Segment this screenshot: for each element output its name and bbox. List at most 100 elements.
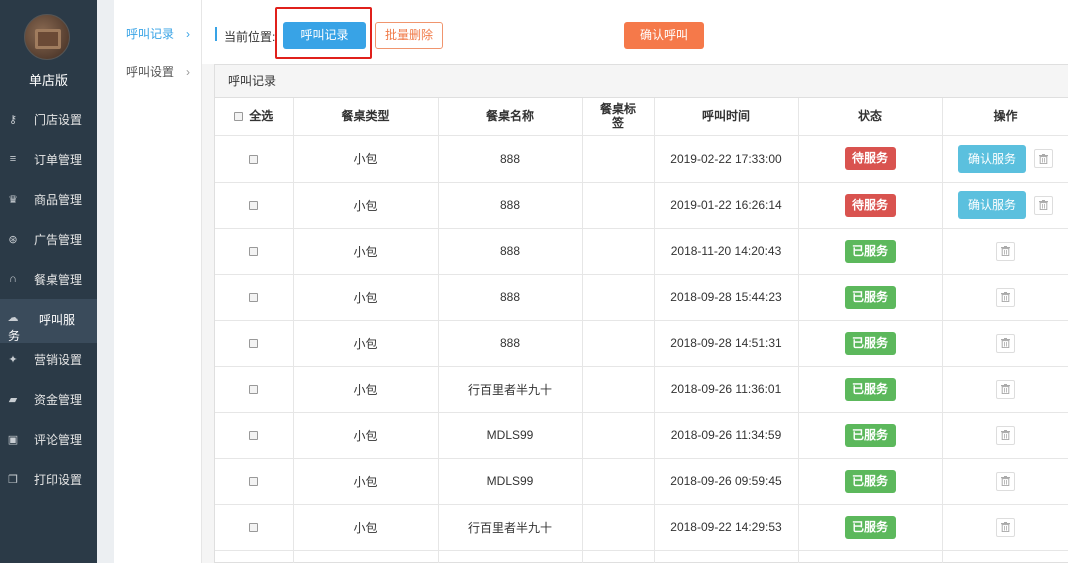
row-checkbox[interactable] [249,431,259,441]
cell-table-name: 行百里者半九十 [438,504,583,551]
sidebar-item-2[interactable]: ♛ 商品管理 [0,179,97,219]
sidebar-item-3[interactable]: ⊛ 广告管理 [0,219,97,259]
chevron-right-icon: › [186,65,190,79]
key-icon: ⚷ [8,113,18,126]
delete-icon[interactable] [996,333,1015,353]
row-select-cell[interactable] [215,320,294,367]
cell-status: 待服务 [798,135,943,183]
top-bar: 当前位置: 呼叫记录 批量删除 确认呼叫 [202,0,1068,64]
sidebar-item-4[interactable]: ∩ 餐桌管理 [0,259,97,299]
cell-table-type: 小包 [293,366,439,413]
confirm-service-button[interactable]: 确认服务 [958,144,1026,173]
sidebar-item-label: 打印设置 [34,472,83,487]
row-checkbox[interactable] [249,385,259,395]
row-checkbox[interactable] [249,154,259,164]
store-name: 单店版 [28,73,68,88]
cell-table-name: 888 [438,228,583,275]
status-badge: 已服务 [844,285,896,309]
table-row: 小包 行百里者半九十 2018-09-26 11:36:01 已服务 [215,366,1068,413]
row-checkbox[interactable] [249,201,259,211]
sidebar-item-label: 门店设置 [34,112,83,127]
cell-table-name: 888 [438,274,583,321]
cell-table-type: 小包 [293,274,439,321]
cell-call-time: 2018-11-20 14:20:43 [654,228,799,275]
row-checkbox[interactable] [249,477,259,487]
cell-table-type: 小包 [293,320,439,367]
cell-call-time: 2019-01-22 16:26:14 [654,182,799,229]
sidebar-item-5[interactable]: ☁ 呼叫服务 [0,299,97,343]
select-all-checkbox[interactable] [234,111,244,121]
delete-icon[interactable] [996,379,1015,399]
main-sidebar: 单店版 ⚷ 门店设置 ≡ 订单管理 ♛ 商品管理 ⊛ 广告管理 ∩ 餐桌管理 ☁ 呼叫服务 ✦ 营销设置 ▰… [0,0,97,563]
row-checkbox[interactable] [249,523,259,533]
sidebar-item-label: 营销设置 [34,352,83,367]
row-select-cell[interactable] [215,182,294,229]
cell-table-tag [582,366,655,413]
table-row-partial [215,550,1068,563]
row-select-cell[interactable] [215,458,294,505]
cell-call-time: 2018-09-26 11:34:59 [654,412,799,459]
sidebar-item-9[interactable]: ❐ 打印设置 [0,459,97,499]
row-select-cell[interactable] [215,228,294,275]
cell-table-tag [582,412,655,459]
sidebar-item-label: 呼叫服 [39,313,76,327]
delete-icon[interactable] [996,425,1015,445]
call-records-panel: 呼叫记录 全选 餐桌类型 餐桌名称 餐桌标签 呼叫时间 状态 操作 小包 888 2… [214,64,1068,563]
col-table-type: 餐桌类型 [293,98,439,136]
sidebar-item-1[interactable]: ≡ 订单管理 [0,139,97,179]
delete-icon[interactable] [996,517,1015,537]
cell-actions [942,504,1068,551]
current-page-button[interactable]: 呼叫记录 [283,22,366,49]
store-avatar[interactable] [24,14,70,60]
sidebar-item-8[interactable]: ▣ 评论管理 [0,419,97,459]
cell-table-tag [582,504,655,551]
row-select-cell[interactable] [215,504,294,551]
book-icon: ▰ [8,393,18,406]
menu-lines-icon: ≡ [9,153,17,165]
sidebar-item-label: 广告管理 [34,232,83,247]
copy-icon: ❐ [8,473,18,486]
row-select-cell[interactable] [215,135,294,183]
delete-icon[interactable] [1034,195,1053,215]
row-select-cell[interactable] [215,366,294,413]
row-checkbox[interactable] [249,293,259,303]
panel-title: 呼叫记录 [215,65,1068,98]
delete-icon[interactable] [996,287,1015,307]
delete-icon[interactable] [1034,149,1053,168]
sub-nav: 呼叫记录 › 呼叫设置 › [97,0,202,563]
cell-status [798,550,943,563]
row-checkbox[interactable] [249,339,259,349]
status-badge: 待服务 [844,193,896,217]
cell-call-time: 2018-09-26 09:59:45 [654,458,799,505]
confirm-service-button[interactable]: 确认服务 [958,191,1026,219]
col-table-name: 餐桌名称 [438,98,583,136]
select-all-label: 全选 [249,109,274,123]
row-select-cell[interactable] [215,274,294,321]
sidebar-item-label: 商品管理 [34,192,83,207]
row-select-cell[interactable] [215,412,294,459]
cell-table-name: 行百里者半九十 [438,366,583,413]
col-select-all[interactable]: 全选 [215,98,294,136]
col-call-time: 呼叫时间 [654,98,799,136]
batch-delete-button[interactable]: 批量删除 [375,22,443,49]
sub-item-call-records[interactable]: 呼叫记录 › [114,15,202,53]
cell-actions: 确认服务 [942,182,1068,229]
confirm-call-button[interactable]: 确认呼叫 [624,22,704,49]
sidebar-item-0[interactable]: ⚷ 门店设置 [0,99,97,139]
table-row: 小包 MDLS99 2018-09-26 09:59:45 已服务 [215,458,1068,505]
status-badge: 已服务 [844,515,896,539]
delete-icon[interactable] [996,241,1015,261]
cell-actions [942,458,1068,505]
table-row: 小包 MDLS99 2018-09-26 11:34:59 已服务 [215,412,1068,459]
sub-item-label: 呼叫设置 [126,65,175,79]
sub-item-call-settings[interactable]: 呼叫设置 › [114,53,202,91]
cell-table-name: 888 [438,182,583,229]
delete-icon[interactable] [996,471,1015,491]
row-checkbox[interactable] [249,247,259,257]
sidebar-item-7[interactable]: ▰ 资金管理 [0,379,97,419]
lifebuoy-icon: ⊛ [8,233,18,246]
col-table-tag: 餐桌标签 [582,98,655,136]
sidebar-item-6[interactable]: ✦ 营销设置 [0,339,97,379]
status-badge: 已服务 [844,239,896,263]
sidebar-item-label: 餐桌管理 [34,272,83,287]
